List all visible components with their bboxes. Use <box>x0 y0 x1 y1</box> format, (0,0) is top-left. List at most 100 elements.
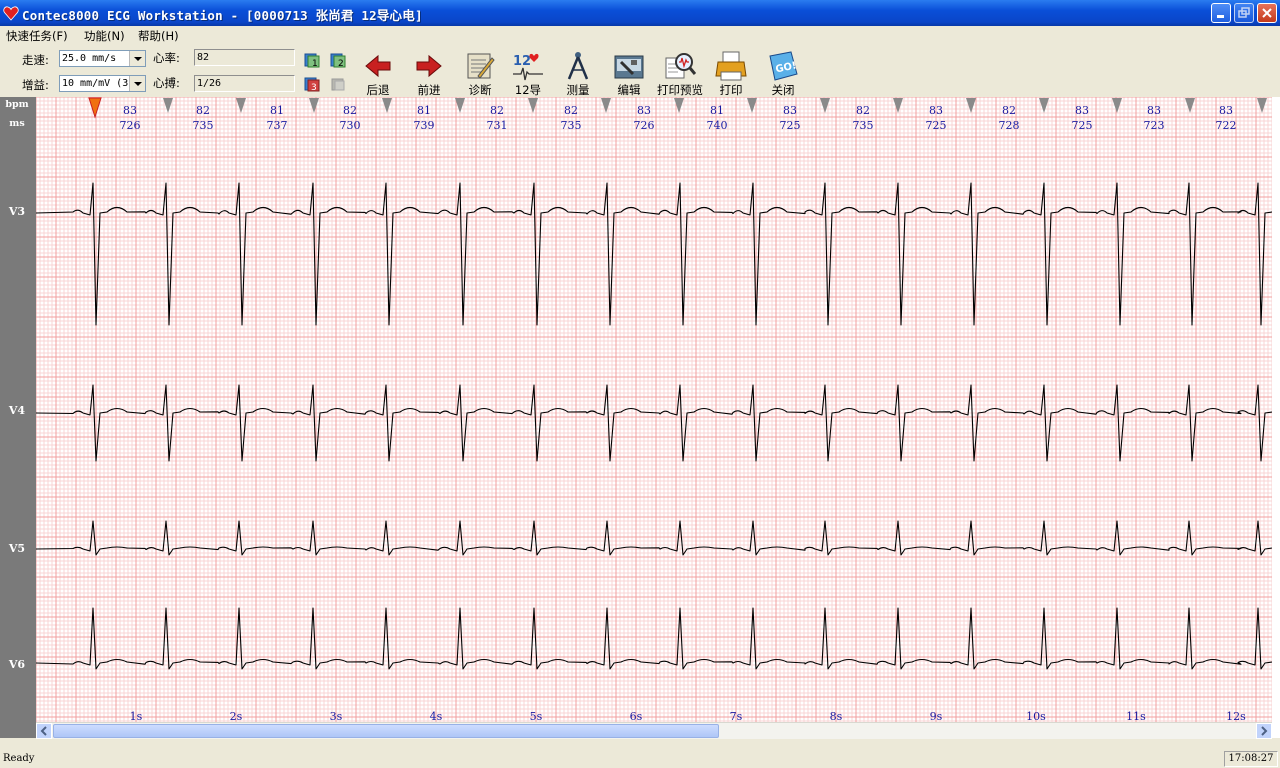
beat-ms-label: 731 <box>487 119 508 132</box>
edit-toolbox-icon <box>614 55 644 79</box>
minimize-button[interactable] <box>1211 3 1231 23</box>
close-label: 关闭 <box>771 83 795 97</box>
beat-ms-label: 726 <box>634 119 655 132</box>
svg-text:1: 1 <box>312 59 318 68</box>
gain-label: 增益: <box>22 78 49 92</box>
beat-bpm-label: 83 <box>1147 104 1161 117</box>
toolbar: 走速: 25.0 mm/s 增益: 10 mm/mV (3 心率: 82 心搏:… <box>0 45 1280 97</box>
print-label: 打印 <box>719 83 743 97</box>
diagnosis-notepad-icon <box>467 53 495 79</box>
compass-icon <box>567 52 589 80</box>
time-tick-label: 6s <box>630 710 643 722</box>
time-tick-label: 12s <box>1226 710 1246 722</box>
scroll-right-button[interactable] <box>1256 723 1272 739</box>
beat-ms-label: 740 <box>707 119 728 132</box>
lead-group-3-icon[interactable]: 3 <box>304 76 320 92</box>
beat-bpm-label: 81 <box>417 104 431 117</box>
back-button[interactable]: 后退 <box>351 48 405 97</box>
speed-select[interactable]: 25.0 mm/s <box>59 50 146 67</box>
svg-text:3: 3 <box>311 83 317 92</box>
beat-ms-label: 728 <box>999 119 1020 132</box>
ecg-display[interactable]: bpm ms V3 V4 V5 V6 83 726 82 735 81 737 82 730 8… <box>0 97 1280 739</box>
time-tick-label: 9s <box>930 710 943 722</box>
beat-bpm-label: 82 <box>343 104 357 117</box>
beat-ms-label: 726 <box>120 119 141 132</box>
maximize-button[interactable] <box>1234 3 1254 23</box>
close-button[interactable]: GO! 关闭 <box>756 48 810 97</box>
measure-button[interactable]: 测量 <box>551 48 605 97</box>
gain-value: 10 mm/mV (3 <box>62 78 129 89</box>
twelve-lead-label: 12导 <box>514 83 542 97</box>
chevron-down-icon[interactable] <box>129 51 145 66</box>
arrow-left-small-icon <box>40 726 47 736</box>
status-bar: Ready 17:08:27 <box>0 750 1280 768</box>
time-tick-label: 2s <box>230 710 243 722</box>
beat-bpm-label: 83 <box>1075 104 1089 117</box>
beat-ms-label: 725 <box>926 119 947 132</box>
edit-button[interactable]: 编辑 <box>602 48 656 97</box>
beat-ms-label: 735 <box>561 119 582 132</box>
beat-bpm-label: 82 <box>1002 104 1016 117</box>
beat-label: 心搏: <box>153 76 180 90</box>
beat-ms-label: 730 <box>340 119 361 132</box>
printer-icon <box>715 51 747 81</box>
lead-group-1-icon[interactable]: 1 <box>304 52 320 68</box>
beat-bpm-label: 82 <box>490 104 504 117</box>
beat-bpm-label: 83 <box>1219 104 1233 117</box>
close-window-button[interactable] <box>1257 3 1277 23</box>
time-tick-label: 7s <box>730 710 743 722</box>
beat-bpm-label: 83 <box>123 104 137 117</box>
speed-value: 25.0 mm/s <box>62 53 117 64</box>
time-tick-label: 5s <box>530 710 543 722</box>
scroll-thumb[interactable] <box>53 724 719 738</box>
beat-ms-label: 735 <box>193 119 214 132</box>
beat-ms-label: 737 <box>267 119 288 132</box>
ecg-minor-grid <box>36 97 1272 722</box>
minimize-icon <box>1217 15 1224 18</box>
back-label: 后退 <box>366 83 390 97</box>
lead-label-v3: V3 <box>8 205 26 218</box>
gain-select[interactable]: 10 mm/mV (3 <box>59 75 146 92</box>
print-button[interactable]: 打印 <box>704 48 758 97</box>
ms-unit-label: ms <box>9 118 25 129</box>
arrow-right-small-icon <box>1261 726 1268 736</box>
beat-bpm-label: 83 <box>929 104 943 117</box>
diagnose-button[interactable]: 诊断 <box>453 48 507 97</box>
status-clock: 17:08:27 <box>1224 751 1278 767</box>
window-title: Contec8000 ECG Workstation - [0000713 张尚… <box>22 8 423 23</box>
print-preview-button[interactable]: 打印预览 <box>653 48 707 97</box>
close-icon <box>1262 8 1272 18</box>
beat-bpm-label: 81 <box>270 104 284 117</box>
forward-label: 前进 <box>417 83 441 97</box>
speed-label: 走速: <box>22 53 49 67</box>
ecg-trace-v4 <box>36 384 1272 462</box>
menu-quick-tasks[interactable]: 快速任务(F) <box>6 28 68 44</box>
twelve-lead-button[interactable]: 12 12导 <box>501 48 555 97</box>
beat-ms-label: 739 <box>414 119 435 132</box>
menu-help[interactable]: 帮助(H) <box>138 28 179 44</box>
lead-group-2-icon[interactable]: 2 <box>330 52 346 68</box>
time-tick-label: 10s <box>1026 710 1046 722</box>
ecg-trace-v3 <box>36 182 1272 326</box>
cursor-marker-icon <box>88 97 102 119</box>
arrow-right-icon <box>416 54 442 78</box>
edit-label: 编辑 <box>617 83 641 97</box>
time-tick-label: 4s <box>430 710 443 722</box>
status-text: Ready <box>3 753 35 764</box>
chevron-down-icon[interactable] <box>129 76 145 91</box>
beat-field: 1/26 <box>194 75 295 92</box>
time-tick-label: 3s <box>330 710 343 722</box>
time-tick-label: 1s <box>130 710 143 722</box>
menu-function[interactable]: 功能(N) <box>84 28 125 44</box>
print-preview-magnifier-icon <box>665 53 696 79</box>
scroll-left-button[interactable] <box>36 723 52 739</box>
ecg-grid-canvas[interactable]: 83 726 82 735 81 737 82 730 81 739 82 731 82 735 83 726… <box>36 97 1272 722</box>
beat-ms-label: 725 <box>1072 119 1093 132</box>
beat-bpm-label: 83 <box>783 104 797 117</box>
arrow-left-icon <box>365 54 391 78</box>
beat-ms-label: 723 <box>1144 119 1165 132</box>
beat-ms-label: 722 <box>1216 119 1237 132</box>
heart-app-icon <box>3 6 19 21</box>
forward-button[interactable]: 前进 <box>402 48 456 97</box>
horizontal-scrollbar[interactable] <box>36 722 1272 739</box>
